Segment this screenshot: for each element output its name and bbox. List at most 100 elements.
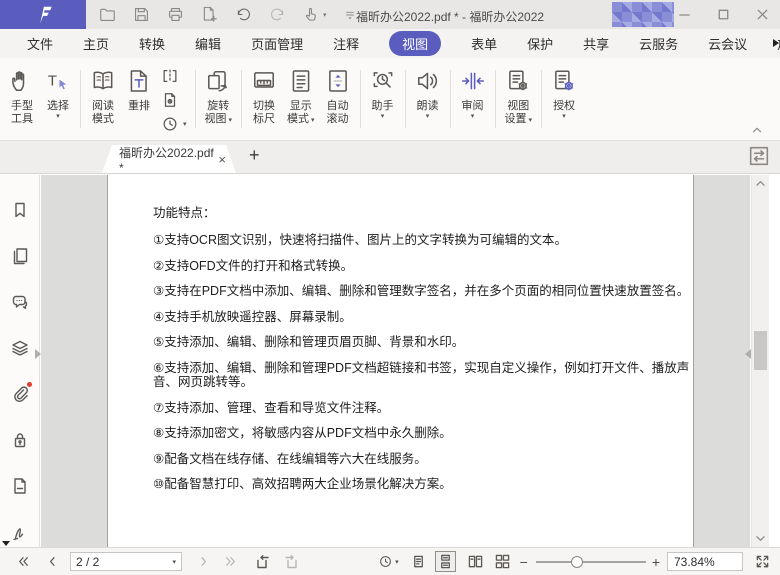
next-page-button[interactable] [196,554,211,569]
rotate-view-icon [205,65,231,97]
dropdown-caret-icon: ▾ [471,113,475,121]
read-mode-button[interactable]: 阅读 模式 [85,64,121,140]
layers-panel-icon[interactable] [10,338,30,358]
ribbon-separator [195,70,196,128]
document-line: ⑥支持添加、编辑、删除和管理PDF文档超链接和书签，实现自定义操作，例如打开文件… [153,361,691,390]
display-mode-button[interactable]: 显示 模式▾ [282,64,320,140]
reading-history-icon[interactable]: ▾ [161,112,187,135]
continuous-facing-view-button[interactable] [495,554,510,569]
document-line: ④支持手机放映遥控器、屏幕录制。 [153,310,691,325]
minimize-button[interactable] [677,7,692,22]
comments-panel-icon[interactable] [10,292,30,312]
foxit-pdf-app-window: ▾ 福昕办公2022.pdf * - 福昕办公2022 文件 主页 转换 编辑 … [0,0,780,575]
close-tab-icon[interactable]: × [218,153,226,166]
view-settings-button[interactable]: 视图 设置▾ [500,64,538,140]
new-document-icon[interactable] [200,5,219,24]
dropdown-caret-icon: ▾ [381,113,385,121]
ribbon-separator [450,70,451,128]
assistant-button[interactable]: 助手 ▾ [365,64,401,140]
hand-tool-button[interactable]: 手型 工具 [4,64,40,140]
collapse-ribbon-icon[interactable] [750,123,764,137]
menu-view-active[interactable]: 视图 [389,31,441,56]
right-panel-toggle-icon[interactable] [749,146,769,166]
first-page-button[interactable] [16,554,31,569]
menu-edit[interactable]: 编辑 [195,34,221,53]
menu-comment[interactable]: 注释 [333,34,359,53]
bookmarks-panel-icon[interactable] [10,200,30,220]
zoom-slider-track [536,561,646,563]
dropdown-caret-icon: ▾ [311,117,315,124]
print-icon[interactable] [166,5,185,24]
signatures-panel-icon[interactable] [10,522,30,542]
review-button[interactable]: 审阅 ▾ [455,64,491,140]
assistant-icon [370,65,396,97]
menu-form[interactable]: 表单 [471,34,497,53]
zoom-slider[interactable] [536,555,646,569]
menu-file[interactable]: 文件 [27,34,53,53]
document-tab[interactable]: 福昕办公2022.pdf * × [102,145,236,173]
next-view-button[interactable] [284,554,300,570]
menu-cloud-service[interactable]: 云服务 [639,34,678,53]
zoom-value-field[interactable]: 73.84% [667,552,743,571]
ribbon-separator [541,70,542,128]
document-line: ③支持在PDF文档中添加、编辑、删除和管理数字签名，并在多个页面的相同位置快速放… [153,284,691,299]
split-view-icon[interactable] [161,64,187,87]
new-tab-button[interactable]: + [249,145,260,166]
zoom-slider-knob[interactable] [571,556,583,568]
facing-view-button[interactable] [468,554,483,569]
vertical-scrollbar[interactable] [751,175,769,547]
menu-protect[interactable]: 保护 [527,34,553,53]
last-page-button[interactable] [223,554,238,569]
zoom-out-button[interactable]: − [520,554,528,570]
menu-page-management[interactable]: 页面管理 [251,34,303,53]
open-file-icon[interactable] [98,5,117,24]
single-page-view-button[interactable] [411,554,426,569]
menu-share[interactable]: 共享 [583,34,609,53]
previous-page-button[interactable] [45,554,60,569]
toggle-ruler-button[interactable]: 切换 标尺 [246,64,282,140]
scroll-up-icon[interactable] [755,179,766,187]
redo-icon[interactable] [268,5,287,24]
maximize-button[interactable] [716,7,731,22]
scroll-down-icon[interactable] [755,535,766,543]
main-area: 功能特点： ①支持OCR图文识别，快速将扫描件、图片上的文字转换为可编辑的文本。… [0,175,780,547]
hand-mode-icon[interactable]: ▾ [302,5,327,24]
navigation-sidebar [0,175,40,547]
fullscreen-button[interactable] [755,554,770,569]
dropdown-caret-icon: ▾ [562,113,566,121]
attachments-panel-icon[interactable] [10,384,30,404]
read-aloud-button[interactable]: 朗读 ▾ [410,64,446,140]
menu-cloud-meeting[interactable]: 云会议 [708,34,747,53]
security-panel-icon[interactable] [10,430,30,450]
destinations-panel-icon[interactable] [10,476,30,496]
redacted-account-info [612,2,674,27]
authorize-button[interactable]: 授权 ▾ [546,64,582,140]
toggle-ruler-icon [251,65,277,97]
select-tool-button[interactable]: T 选择 ▾ [40,64,76,140]
menu-home[interactable]: 主页 [83,34,109,53]
sidebar-overflow-arrow-icon[interactable] [2,541,10,546]
dropdown-caret-icon: ▾ [229,117,233,124]
document-line: ②支持OFD文件的打开和格式转换。 [153,259,691,274]
page-number-input[interactable] [76,555,164,569]
document-tabbar: 福昕办公2022.pdf * × + [0,141,780,174]
reflow-button[interactable]: 重排 [121,64,157,140]
menu-overflow-arrow-icon[interactable] [773,39,779,47]
undo-icon[interactable] [234,5,253,24]
continuous-view-button[interactable] [435,551,456,572]
document-line: ⑨配备文档在线存储、在线编辑等六大在线服务。 [153,452,691,467]
page-thumbnails-panel-icon[interactable] [10,246,30,266]
rotate-view-button[interactable]: 旋转 视图▾ [200,64,238,140]
ribbon-separator [360,70,361,128]
previous-view-button[interactable] [254,554,270,570]
scrollbar-thumb[interactable] [754,331,767,370]
close-button[interactable] [755,7,770,22]
reading-timer-button[interactable]: ▾ [378,554,399,569]
page-preview-icon[interactable] [161,88,187,111]
menu-convert[interactable]: 转换 [139,34,165,53]
auto-scroll-button[interactable]: 自动 滚动 [320,64,356,140]
zoom-in-button[interactable]: + [652,554,660,570]
dropdown-caret-icon: ▾ [323,11,327,19]
save-icon[interactable] [132,5,151,24]
page-number-field[interactable]: ▾ [70,552,182,571]
